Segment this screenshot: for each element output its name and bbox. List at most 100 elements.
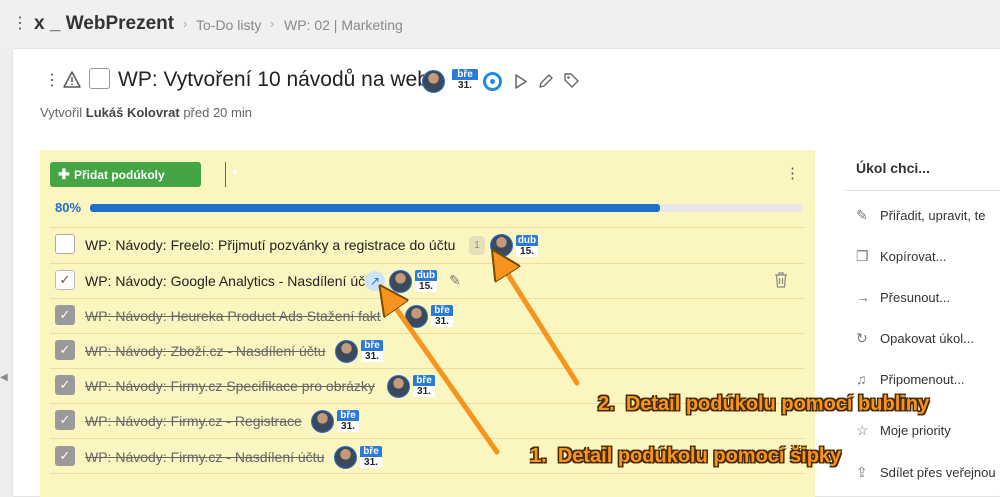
subtask-due-date[interactable]: dub 15. xyxy=(516,235,538,257)
subtask-checkbox[interactable] xyxy=(55,234,75,254)
subtask-due-date[interactable]: dub 15. xyxy=(415,270,437,292)
project-menu-icon[interactable]: ⋮ xyxy=(12,14,28,34)
breadcrumb-list[interactable]: WP: 02 | Marketing xyxy=(284,17,403,33)
subtask-checkbox[interactable]: ✓ xyxy=(55,340,75,360)
due-day: 31. xyxy=(431,316,453,327)
warning-icon[interactable] xyxy=(63,71,81,88)
pencil-icon: ✎ xyxy=(856,207,868,223)
row-divider xyxy=(50,333,805,334)
subtask-checkbox[interactable]: ✓ xyxy=(55,446,75,466)
subtask-title[interactable]: WP: Návody: Heureka Product Ads Stažení … xyxy=(85,308,381,324)
sidebar-item-repeat[interactable]: ↻ Opakovat úkol... xyxy=(856,330,974,347)
arrow-right-icon: → xyxy=(856,289,870,305)
annotation-number: 1. xyxy=(530,445,547,467)
add-subtasks-button[interactable]: ✚ Přidat podúkoly ▼ xyxy=(50,162,240,187)
due-day: 15. xyxy=(516,246,538,257)
trash-icon[interactable] xyxy=(774,272,788,288)
due-month: bře xyxy=(361,340,383,351)
copy-icon: ❐ xyxy=(856,248,869,264)
task-checkbox[interactable] xyxy=(89,68,110,89)
sidebar-item-share[interactable]: ⇪ Sdílet přes veřejnou xyxy=(856,464,996,481)
sidebar-item-label: Připomenout... xyxy=(880,372,965,387)
subtask-checkbox[interactable]: ✓ xyxy=(55,305,75,325)
progress-bar-fill xyxy=(90,204,661,212)
due-month: bře xyxy=(360,446,382,457)
breadcrumb-separator-icon: › xyxy=(183,16,188,31)
task-title[interactable]: WP: Vytvoření 10 návodů na web xyxy=(118,68,429,92)
subtask-title[interactable]: WP: Návody: Freelo: Přijmutí pozvánky a … xyxy=(85,237,455,253)
created-by[interactable]: Lukáš Kolovrat xyxy=(86,105,180,120)
assignee-avatar[interactable] xyxy=(389,270,412,293)
sidebar-item-label: Kopírovat... xyxy=(880,249,947,264)
collapse-left-icon[interactable]: ◀ xyxy=(0,372,8,383)
due-day: 31. xyxy=(337,421,359,432)
assignee-avatar[interactable] xyxy=(422,70,445,93)
top-bar: ⋮ x _ WebPrezent xyxy=(0,0,1000,48)
sidebar-title: Úkol chci... xyxy=(856,160,930,176)
subtask-checkbox[interactable]: ✓ xyxy=(55,270,75,290)
annotation-1: 1. Detail podúkolu pomocí šipky xyxy=(530,445,841,468)
row-divider xyxy=(50,438,805,439)
subtask-due-date[interactable]: bře 31. xyxy=(413,375,435,397)
subtask-title[interactable]: WP: Návody: Firmy.cz - Registrace xyxy=(85,413,302,429)
subtask-title[interactable]: WP: Návody: Google Analytics - Nasdílení… xyxy=(85,273,365,289)
panel-menu-icon[interactable]: ⋮ xyxy=(785,164,800,182)
tag-icon[interactable] xyxy=(563,72,580,89)
subtask-title[interactable]: WP: Návody: Firmy.cz Specifikace pro obr… xyxy=(85,378,375,394)
subtask-detail-arrow-icon[interactable]: ↗ xyxy=(365,271,385,291)
sidebar-item-label: Přesunout... xyxy=(880,290,951,305)
star-icon: ☆ xyxy=(856,422,869,438)
annotation-text: Detail podúkolu pomocí šipky xyxy=(557,445,842,467)
due-month: dub xyxy=(516,235,538,246)
task-menu-icon[interactable]: ⋮ xyxy=(44,70,60,90)
repeat-icon: ↻ xyxy=(856,330,868,346)
subtask-due-date[interactable]: bře 31. xyxy=(431,305,453,327)
sidebar-item-label: Opakovat úkol... xyxy=(880,331,974,346)
subtask-due-date[interactable]: bře 31. xyxy=(360,446,382,468)
annotation-number: 2. xyxy=(598,393,615,415)
sidebar-item-priorities[interactable]: ☆ Moje priority xyxy=(856,422,951,439)
due-day: 31. xyxy=(452,80,478,91)
row-divider xyxy=(50,298,805,299)
sidebar-item-copy[interactable]: ❐ Kopírovat... xyxy=(856,248,946,265)
assignee-avatar[interactable] xyxy=(311,410,334,433)
sidebar-item-move[interactable]: → Přesunout... xyxy=(856,289,950,305)
subtask-title[interactable]: WP: Návody: Zboží.cz - Nasdílení účtu xyxy=(85,343,325,359)
sidebar-item-remind[interactable]: ♫ Připomenout... xyxy=(856,371,965,387)
assignee-avatar[interactable] xyxy=(490,234,513,257)
due-month: bře xyxy=(413,375,435,386)
row-divider xyxy=(50,473,805,474)
assignee-avatar[interactable] xyxy=(387,375,410,398)
assignee-avatar[interactable] xyxy=(334,446,357,469)
share-icon: ⇪ xyxy=(856,464,868,480)
caret-down-icon[interactable]: ▼ xyxy=(230,168,240,179)
subtask-due-date[interactable]: bře 31. xyxy=(361,340,383,362)
target-icon[interactable] xyxy=(483,72,502,91)
due-month: bře xyxy=(431,305,453,316)
play-icon[interactable] xyxy=(514,74,527,89)
assignee-avatar[interactable] xyxy=(405,305,428,328)
project-title[interactable]: x _ WebPrezent xyxy=(34,13,174,35)
subtask-detail-bubble[interactable]: 1 xyxy=(469,236,485,255)
subtask-checkbox[interactable]: ✓ xyxy=(55,375,75,395)
due-month: dub xyxy=(415,270,437,281)
sidebar-divider xyxy=(845,190,1000,191)
due-day: 31. xyxy=(413,386,435,397)
button-divider xyxy=(225,162,226,187)
breadcrumb-todo-lists[interactable]: To-Do listy xyxy=(196,17,261,33)
pencil-icon[interactable] xyxy=(538,73,554,89)
subtask-title[interactable]: WP: Návody: Firmy.cz - Nasdílení účtu xyxy=(85,449,324,465)
sidebar-item-assign[interactable]: ✎ Přiřadit, upravit, te xyxy=(856,207,986,224)
assignee-avatar[interactable] xyxy=(335,340,358,363)
breadcrumb-separator-icon: › xyxy=(270,16,275,31)
subtask-due-date[interactable]: bře 31. xyxy=(337,410,359,432)
due-month: bře xyxy=(337,410,359,421)
subtask-checkbox[interactable]: ✓ xyxy=(55,410,75,430)
created-when: před 20 min xyxy=(183,105,252,120)
task-due-date[interactable]: bře 31. xyxy=(452,69,478,91)
bell-icon: ♫ xyxy=(856,371,867,387)
progress-label: 80% xyxy=(55,200,82,215)
edit-subtask-icon[interactable]: ✎ xyxy=(449,272,461,289)
add-subtasks-label: Přidat podúkoly xyxy=(74,168,165,182)
due-day: 31. xyxy=(361,351,383,362)
